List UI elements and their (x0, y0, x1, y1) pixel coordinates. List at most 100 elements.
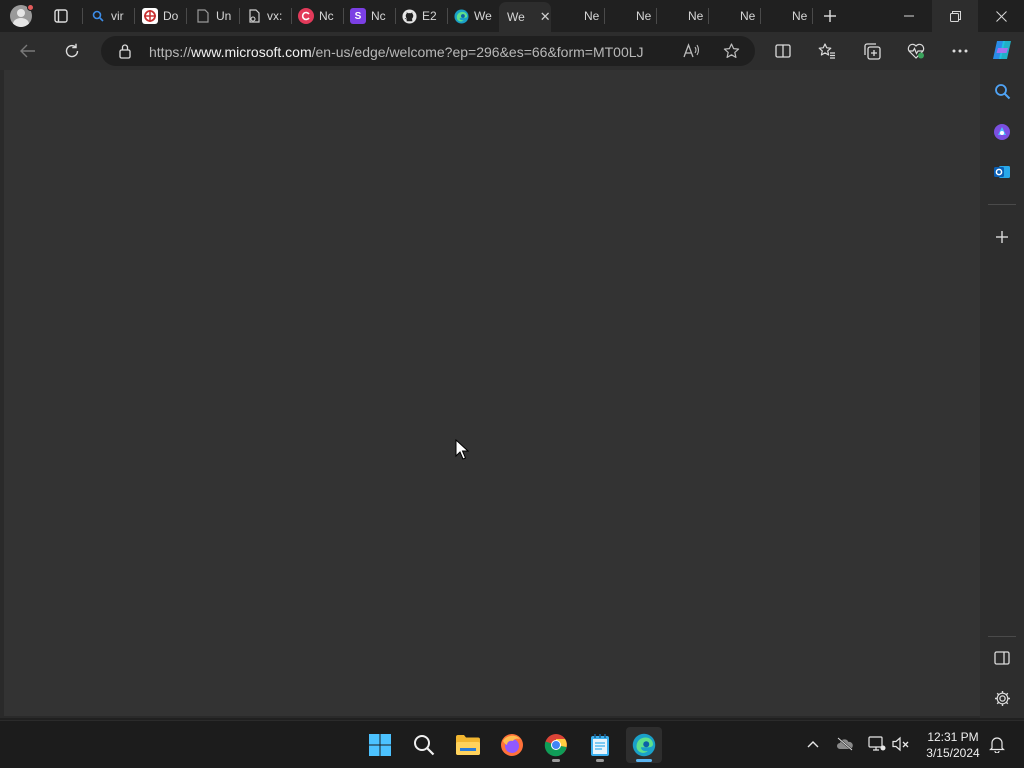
close-icon (995, 10, 1007, 22)
file-explorer-button[interactable] (450, 727, 486, 763)
folder-icon (456, 735, 480, 755)
copilot-icon (993, 41, 1011, 59)
tab-separator (656, 8, 657, 24)
back-button[interactable] (14, 37, 42, 65)
tab-13[interactable]: Ne (740, 4, 760, 28)
running-indicator (636, 759, 652, 762)
tab-separator (291, 8, 292, 24)
gear-icon (994, 690, 1010, 706)
tab-5[interactable]: Nc (298, 4, 342, 28)
tab-label: We (507, 10, 525, 24)
tab-1[interactable]: vir (90, 4, 134, 28)
chrome-icon (544, 734, 567, 757)
network-button[interactable] (866, 733, 888, 755)
collections-icon (863, 42, 881, 60)
tab-8[interactable]: We (453, 4, 497, 28)
tab-label: We (474, 9, 492, 23)
hide-sidebar-button[interactable] (990, 646, 1014, 670)
sidebar-designer-button[interactable] (990, 120, 1014, 144)
tab-6[interactable]: S Nc (350, 4, 392, 28)
minimize-button[interactable] (886, 0, 932, 32)
tab-actions-button[interactable] (48, 4, 74, 28)
tab-label: Nc (319, 9, 334, 23)
tab-4[interactable]: vx: (246, 4, 288, 28)
show-hidden-icons-button[interactable] (802, 733, 824, 755)
firefox-button[interactable] (494, 727, 530, 763)
tab-10[interactable]: Ne (584, 4, 604, 28)
split-screen-button[interactable] (769, 37, 797, 65)
restore-icon (949, 10, 961, 22)
tab-9-active[interactable]: We ✕ (499, 2, 551, 32)
browser-essentials-button[interactable] (902, 37, 930, 65)
tab-11[interactable]: Ne (636, 4, 656, 28)
system-clock[interactable]: 12:31 PM 3/15/2024 (916, 729, 990, 761)
search-icon (994, 83, 1010, 99)
target-favicon-icon (142, 8, 158, 24)
tab-label: Ne (688, 9, 704, 23)
sidebar-outlook-button[interactable] (990, 160, 1014, 184)
tab-label: vx: (267, 9, 283, 23)
tab-separator (134, 8, 135, 24)
url-text[interactable]: https://www.microsoft.com/en-us/edge/wel… (149, 44, 644, 60)
start-button[interactable] (362, 727, 398, 763)
tab-separator (186, 8, 187, 24)
tab-separator (708, 8, 709, 24)
more-dots-icon (952, 49, 968, 53)
volume-button[interactable] (890, 733, 912, 755)
close-tab-icon[interactable]: ✕ (540, 9, 551, 25)
tab-separator (447, 8, 448, 24)
page-content[interactable] (0, 70, 980, 718)
profile-button[interactable] (8, 4, 34, 28)
collections-button[interactable] (858, 37, 886, 65)
sidebar-settings-button[interactable] (990, 686, 1014, 710)
sidebar-divider (988, 636, 1016, 637)
lock-icon[interactable] (117, 43, 133, 59)
favorites-button[interactable] (813, 37, 841, 65)
copilot-button[interactable] (990, 38, 1014, 62)
windows-logo-icon (369, 734, 391, 756)
address-bar[interactable]: https://www.microsoft.com/en-us/edge/wel… (101, 36, 755, 66)
tab-label: Ne (636, 9, 652, 23)
cloud-offline-icon (837, 737, 853, 751)
read-aloud-icon (683, 43, 700, 58)
sidebar-panel-icon (994, 651, 1010, 665)
tab-3[interactable]: Un (195, 4, 237, 28)
read-aloud-button[interactable] (681, 40, 703, 62)
notepad-icon (591, 734, 609, 756)
tab-separator (239, 8, 240, 24)
back-arrow-icon (20, 44, 35, 58)
designer-icon (994, 124, 1010, 140)
notepad-button[interactable] (582, 727, 618, 763)
tab-14[interactable]: Ne (792, 4, 812, 28)
browser-toolbar: https://www.microsoft.com/en-us/edge/wel… (0, 32, 980, 70)
new-tab-button[interactable] (818, 4, 842, 28)
tab-separator (760, 8, 761, 24)
tab-2[interactable]: Do (142, 4, 184, 28)
red-circle-favicon-icon (298, 8, 314, 24)
url-path: /en-us/edge/welcome?ep=296&es=66&form=MT… (311, 44, 644, 60)
edge-taskbar-button[interactable] (626, 727, 662, 763)
settings-more-button[interactable] (946, 37, 974, 65)
taskbar-search-button[interactable] (406, 727, 442, 763)
chrome-button[interactable] (538, 727, 574, 763)
onedrive-button[interactable] (834, 733, 856, 755)
close-window-button[interactable] (978, 0, 1024, 32)
tab-separator (395, 8, 396, 24)
heart-pulse-icon (907, 43, 925, 59)
restore-button[interactable] (932, 0, 978, 32)
sidebar-divider (988, 204, 1016, 205)
sidebar-add-button[interactable] (990, 225, 1014, 249)
tab-7[interactable]: E2 (401, 4, 445, 28)
tab-12[interactable]: Ne (688, 4, 708, 28)
search-icon (414, 735, 435, 756)
url-host: www.microsoft.com (191, 44, 312, 60)
sidebar-search-button[interactable] (990, 79, 1014, 103)
file-link-icon (246, 8, 262, 24)
running-indicator (596, 759, 604, 762)
notifications-button[interactable] (986, 733, 1008, 755)
favorite-star-button[interactable] (720, 40, 742, 62)
network-icon (868, 736, 886, 751)
refresh-button[interactable] (58, 37, 86, 65)
split-screen-icon (775, 44, 791, 58)
edge-icon (632, 733, 656, 757)
